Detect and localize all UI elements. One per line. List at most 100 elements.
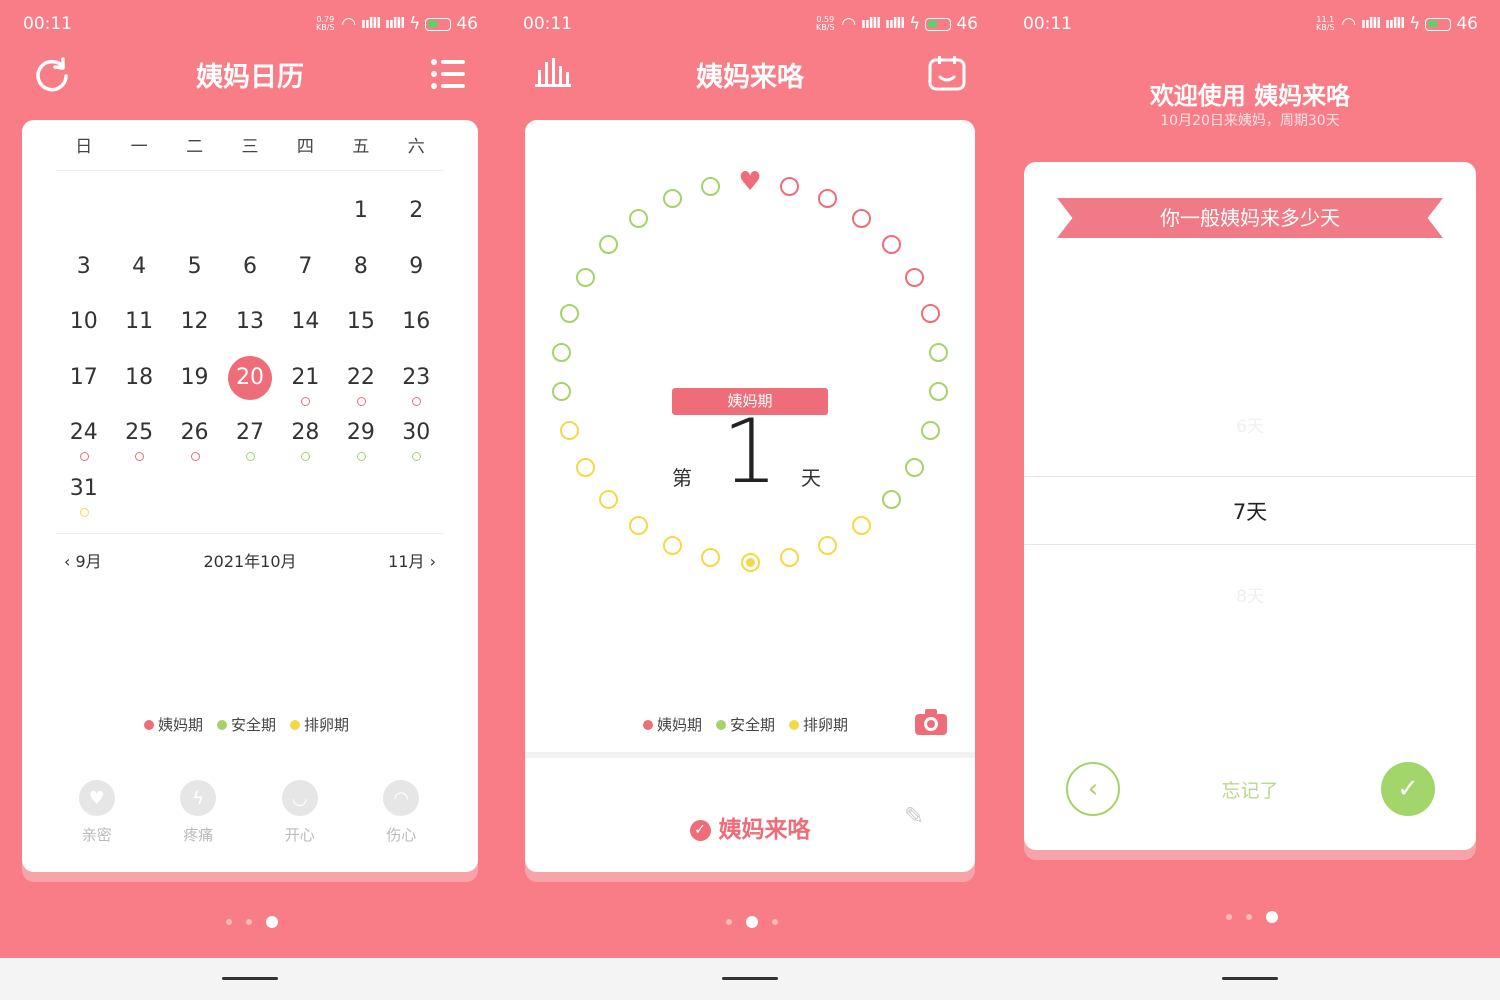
phase-marker xyxy=(356,452,366,461)
next-month-button[interactable]: 11月 › xyxy=(388,548,436,572)
camera-icon[interactable] xyxy=(914,708,948,740)
mood-happy[interactable]: ◡ 开心 xyxy=(249,780,351,845)
edit-icon[interactable]: ✎ xyxy=(904,802,924,830)
list-icon[interactable] xyxy=(430,57,466,95)
network-speed: 0.79 KB/S xyxy=(316,15,335,32)
laugh-face-icon: ◡ xyxy=(281,780,318,816)
calendar-day[interactable]: 20 xyxy=(222,353,277,409)
status-bar: 00:11 0.79 KB/S ◠ ıılll ıılll ϟ 46 xyxy=(23,12,478,38)
calendar-face-icon[interactable] xyxy=(928,55,966,95)
calendar-day[interactable]: 31 xyxy=(56,464,111,520)
phase-marker xyxy=(79,507,89,517)
cycle-day-marker xyxy=(881,235,901,255)
battery-level: 46 xyxy=(956,14,978,34)
cycle-day-marker xyxy=(700,548,720,568)
home-indicator[interactable] xyxy=(1222,977,1278,980)
weekday: 四 xyxy=(296,137,314,157)
calendar-day[interactable]: 4 xyxy=(111,242,166,298)
signal-icon-2: ıılll xyxy=(885,16,905,32)
picker-selected-option[interactable]: 7天 xyxy=(1024,496,1476,526)
mood-intimate[interactable]: ♥ 亲密 xyxy=(46,780,148,845)
calendar-day[interactable]: 12 xyxy=(167,297,222,353)
calendar-day[interactable]: 5 xyxy=(167,242,222,298)
calendar-day[interactable]: 1 xyxy=(333,186,388,242)
calendar-day[interactable]: 6 xyxy=(222,242,277,298)
calendar-day[interactable]: 23 xyxy=(389,353,444,409)
mood-sad[interactable]: ◠ 伤心 xyxy=(351,780,453,845)
weekday: 六 xyxy=(407,137,425,157)
calendar-empty-cell xyxy=(111,186,166,242)
calendar-day[interactable]: 14 xyxy=(278,297,333,353)
phase-marker xyxy=(245,452,255,461)
home-indicator[interactable] xyxy=(722,977,778,980)
day-number: 5 xyxy=(187,253,202,279)
calendar-day[interactable]: 25 xyxy=(111,408,166,464)
calendar-day[interactable]: 16 xyxy=(389,297,444,353)
calendar-day[interactable]: 8 xyxy=(333,242,388,298)
calendar-day[interactable]: 10 xyxy=(56,297,111,353)
calendar-day[interactable]: 29 xyxy=(333,408,388,464)
weekday: 五 xyxy=(352,137,370,157)
phase-marker xyxy=(301,452,311,461)
day-number: 13 xyxy=(235,309,264,334)
calendar-day[interactable]: 9 xyxy=(389,242,444,298)
safe-dot-icon xyxy=(716,719,727,730)
calendar-day[interactable]: 7 xyxy=(278,242,333,298)
calendar-day[interactable]: 26 xyxy=(167,408,222,464)
calendar-day[interactable]: 11 xyxy=(111,297,166,353)
legend-ovulation: 排卵期 xyxy=(789,714,848,735)
cycle-day-marker xyxy=(628,208,648,228)
calendar-day[interactable]: 13 xyxy=(222,297,277,353)
calendar-day[interactable]: 19 xyxy=(167,353,222,409)
divider xyxy=(1024,544,1476,545)
check-icon: ✓ xyxy=(1397,774,1419,804)
day-number: 21 xyxy=(291,364,320,390)
calendar-day[interactable]: 17 xyxy=(56,353,111,409)
heart-icon: ♥ xyxy=(738,167,762,197)
status-time: 00:11 xyxy=(1023,14,1072,34)
day-number: 8 xyxy=(353,253,368,279)
cycle-day-marker xyxy=(740,552,760,572)
calendar-day[interactable]: 21 xyxy=(278,353,333,409)
page-title: 姨妈来咯 xyxy=(696,62,804,93)
day-number: 23 xyxy=(402,364,431,390)
calendar-grid: 1 2 3 4 5 6 7 8 9 10 11 12 13 14 15 16 17 18 19 20 21 22 23 24 2… xyxy=(56,186,444,519)
calendar-day[interactable]: 2 xyxy=(389,186,444,242)
day-number: 19 xyxy=(180,364,209,390)
calendar-day[interactable]: 30 xyxy=(389,408,444,464)
legend-period: 姨妈期 xyxy=(144,714,203,735)
day-number: 17 xyxy=(69,364,98,390)
day-number: 26 xyxy=(180,420,209,445)
screen-cycle: 00:11 0.59 KB/S ◠ ıılll ıılll ϟ 46 姨妈来咯 … xyxy=(500,0,1000,958)
day-number: 2 xyxy=(409,198,424,223)
weekday: 日 xyxy=(75,137,93,157)
home-indicator[interactable] xyxy=(222,977,278,980)
calendar-day[interactable]: 28 xyxy=(278,408,333,464)
calendar-day[interactable]: 3 xyxy=(56,242,111,298)
divider xyxy=(56,533,444,534)
screen-calendar: 00:11 0.79 KB/S ◠ ıılll ıılll ϟ 46 姨妈日历 … xyxy=(0,0,500,958)
charging-icon: ϟ xyxy=(909,14,921,34)
signal-icon: ıılll xyxy=(1361,16,1381,32)
network-speed: 0.59 KB/S xyxy=(816,15,835,32)
picker-option[interactable]: 6天 xyxy=(1024,412,1476,437)
day-prefix: 第 xyxy=(672,466,692,490)
mood-pain[interactable]: ϟ 疼痛 xyxy=(148,780,250,845)
network-speed: 11.1 KB/S xyxy=(1316,15,1335,32)
day-number: 27 xyxy=(235,420,264,445)
day-number: 16 xyxy=(402,309,431,334)
charging-icon: ϟ xyxy=(1409,14,1421,34)
confirm-button[interactable]: ✓ xyxy=(1381,762,1435,816)
picker-option[interactable]: 8天 xyxy=(1024,582,1476,607)
day-number: 30 xyxy=(402,420,431,445)
calendar-day[interactable]: 27 xyxy=(222,408,277,464)
welcome-subtitle: 10月20日来姨妈，周期30天 xyxy=(1160,113,1340,129)
calendar-day[interactable]: 18 xyxy=(111,353,166,409)
calendar-empty-cell xyxy=(278,186,333,242)
calendar-day[interactable]: 24 xyxy=(56,408,111,464)
cycle-day-marker xyxy=(921,303,941,323)
calendar-day[interactable]: 22 xyxy=(333,353,388,409)
cycle-day-marker xyxy=(929,382,949,402)
calendar-day[interactable]: 15 xyxy=(333,297,388,353)
cycle-day-marker xyxy=(852,516,872,536)
